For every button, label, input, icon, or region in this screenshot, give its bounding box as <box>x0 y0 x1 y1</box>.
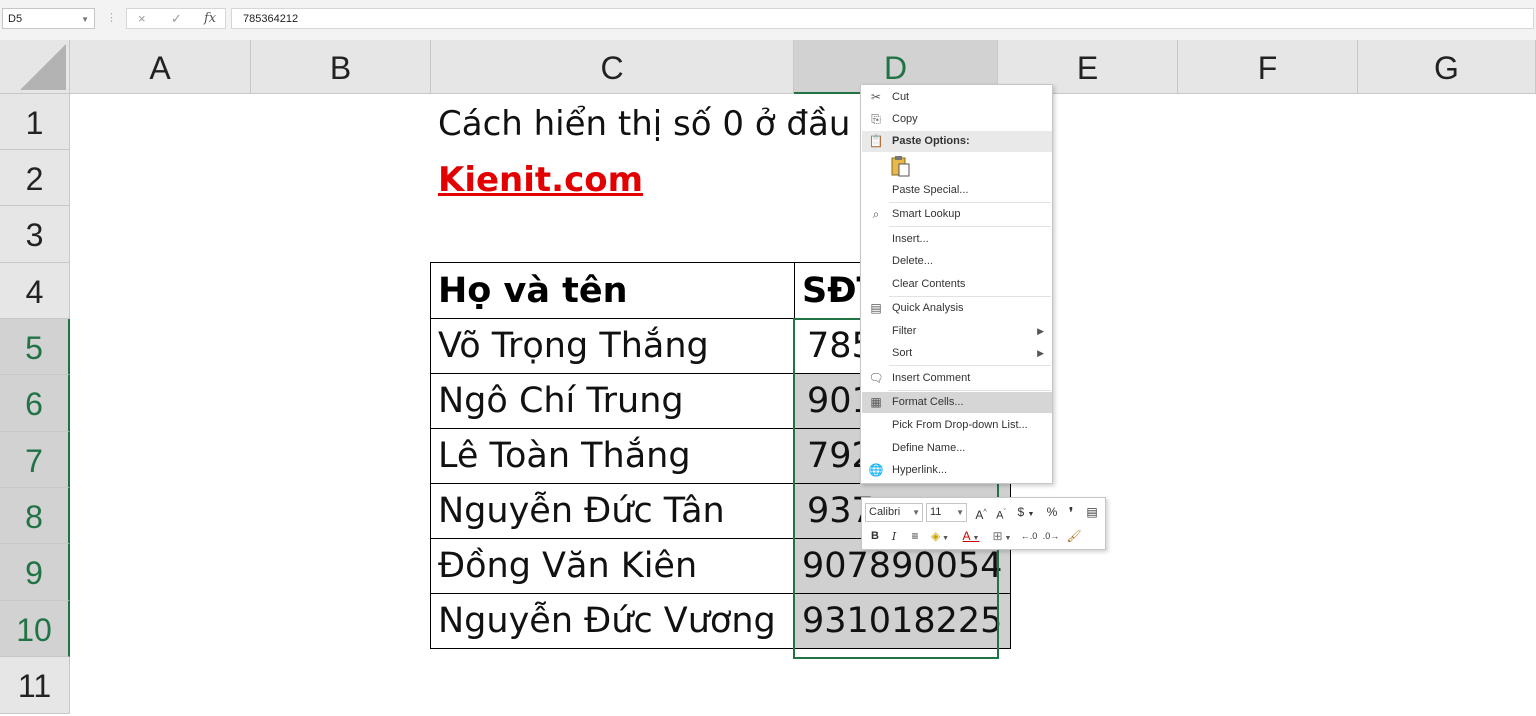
select-all-triangle <box>20 44 66 90</box>
name-cell[interactable]: Đồng Văn Kiên <box>430 538 795 594</box>
currency-format-button[interactable]: $ ▼ <box>1014 503 1038 522</box>
menu-item-copy[interactable]: ⎘ Copy <box>862 109 1052 130</box>
menu-item-cut[interactable]: ✂ Cut <box>862 87 1052 108</box>
menu-item-paste-special[interactable]: Paste Special... <box>862 180 1052 201</box>
cancel-icon[interactable]: × <box>138 11 146 26</box>
column-header-a[interactable]: A <box>70 40 251 94</box>
row-header-8[interactable]: 8 <box>0 488 70 544</box>
format-painter-table-icon[interactable]: ▤ <box>1083 503 1101 522</box>
row-header-10[interactable]: 10 <box>0 601 70 657</box>
select-all-button[interactable] <box>0 40 70 94</box>
row-header-11[interactable]: 11 <box>0 657 70 714</box>
header-name-cell[interactable]: Họ và tên <box>430 262 795 319</box>
menu-item-sort[interactable]: Sort ▶ <box>862 343 1052 364</box>
phone-cell[interactable]: 931018225 <box>793 593 1012 649</box>
row-header-7[interactable]: 7 <box>0 432 70 488</box>
row-header-1[interactable]: 1 <box>0 94 70 150</box>
column-header-g[interactable]: G <box>1358 40 1536 94</box>
decrease-decimal-button[interactable]: .0→ <box>1042 527 1060 546</box>
kienit-link-cell[interactable]: Kienit.com <box>438 160 643 200</box>
column-header-b[interactable]: B <box>251 40 431 94</box>
menu-item-insert[interactable]: Insert... <box>862 229 1052 250</box>
format-cells-icon: ▦ <box>870 395 882 409</box>
formula-bar: D5 ▼ ⋮ × ✓ fx 785364212 <box>0 0 1536 40</box>
scissors-icon: ✂ <box>870 90 882 104</box>
hyperlink-icon: 🌐 <box>868 463 884 477</box>
chevron-down-icon: ▼ <box>956 508 964 517</box>
name-cell[interactable]: Nguyễn Đức Tân <box>430 483 795 539</box>
menu-separator <box>889 226 1051 227</box>
paste-values-icon[interactable] <box>891 155 911 177</box>
enter-icon[interactable]: ✓ <box>171 11 182 27</box>
comment-icon: 🗨 <box>868 371 884 385</box>
row-header-5[interactable]: 5 <box>0 319 70 375</box>
chevron-down-icon[interactable]: ▼ <box>81 9 89 30</box>
name-cell[interactable]: Lê Toàn Thắng <box>430 428 795 484</box>
menu-separator <box>889 202 1051 203</box>
increase-font-size-button[interactable]: A^ <box>973 503 989 522</box>
menu-item-filter[interactable]: Filter ▶ <box>862 321 1052 342</box>
center-align-button[interactable]: ≡ <box>907 527 923 546</box>
formula-buttons: × ✓ fx <box>126 8 226 29</box>
menu-item-format-cells[interactable]: ▦ Format Cells... <box>862 392 1052 413</box>
menu-item-define-name[interactable]: Define Name... <box>862 438 1052 459</box>
row-header-4[interactable]: 4 <box>0 263 70 319</box>
bold-button[interactable]: B <box>868 527 882 546</box>
chevron-down-icon: ▼ <box>912 508 920 517</box>
comma-style-button[interactable]: ❜ <box>1064 503 1078 522</box>
row-header-9[interactable]: 9 <box>0 544 70 601</box>
format-painter-icon[interactable]: 🖌 <box>1065 527 1083 546</box>
borders-button[interactable]: ⊞ ▼ <box>989 527 1015 546</box>
italic-button[interactable]: I <box>887 527 901 546</box>
row-header-6[interactable]: 6 <box>0 375 70 432</box>
menu-item-insert-comment[interactable]: 🗨 Insert Comment <box>862 368 1052 389</box>
font-name-select[interactable]: Calibri ▼ <box>865 503 923 522</box>
paste-icon: 📋 <box>868 134 884 148</box>
menu-header-paste-options: 📋 Paste Options: <box>862 131 1052 152</box>
menu-separator <box>889 365 1051 366</box>
row-header-2[interactable]: 2 <box>0 150 70 206</box>
search-icon: ⌕ <box>872 207 880 221</box>
decrease-font-size-button[interactable]: Aˇ <box>993 503 1009 522</box>
context-menu: ✂ Cut ⎘ Copy 📋 Paste Options: Paste Special… <box>860 84 1053 484</box>
column-header-f[interactable]: F <box>1178 40 1358 94</box>
column-header-c[interactable]: C <box>431 40 794 94</box>
menu-separator <box>889 390 1051 391</box>
font-size-select[interactable]: 11 ▼ <box>926 503 967 522</box>
formula-bar-grip[interactable]: ⋮ <box>106 11 117 24</box>
chevron-right-icon: ▶ <box>1037 326 1044 336</box>
percent-style-button[interactable]: % <box>1044 503 1060 522</box>
copy-icon: ⎘ <box>871 112 881 126</box>
name-cell[interactable]: Võ Trọng Thắng <box>430 318 795 374</box>
menu-item-quick-analysis[interactable]: ▤ Quick Analysis <box>862 298 1052 319</box>
menu-item-delete[interactable]: Delete... <box>862 251 1052 272</box>
formula-input[interactable]: 785364212 <box>231 8 1534 29</box>
quick-analysis-icon: ▤ <box>870 301 882 315</box>
name-cell[interactable]: Nguyễn Đức Vương <box>430 593 795 649</box>
sheet-title-cell[interactable]: Cách hiển thị số 0 ở đầu t <box>438 104 875 144</box>
mini-toolbar: Calibri ▼ 11 ▼ A^ Aˇ $ ▼ % ❜ ▤ B I ≡ ◈ ▼ A… <box>861 497 1106 550</box>
increase-decimal-button[interactable]: ←.0 <box>1020 527 1038 546</box>
insert-function-button[interactable]: fx <box>204 11 216 26</box>
menu-item-pick-from-dropdown[interactable]: Pick From Drop-down List... <box>862 415 1052 436</box>
menu-item-hyperlink[interactable]: 🌐 Hyperlink... <box>862 460 1052 481</box>
fill-color-button[interactable]: ◈ ▼ <box>927 527 953 546</box>
name-cell[interactable]: Ngô Chí Trung <box>430 373 795 429</box>
table-row: Nguyễn Đức Vương 931018225 <box>430 593 1012 649</box>
chevron-right-icon: ▶ <box>1037 348 1044 358</box>
name-box[interactable]: D5 ▼ <box>2 8 95 29</box>
menu-item-smart-lookup[interactable]: ⌕ Smart Lookup <box>862 204 1052 225</box>
row-header-3[interactable]: 3 <box>0 206 70 263</box>
menu-separator <box>889 296 1051 297</box>
font-color-button[interactable]: A ▼ <box>958 527 984 546</box>
menu-item-clear-contents[interactable]: Clear Contents <box>862 274 1052 295</box>
